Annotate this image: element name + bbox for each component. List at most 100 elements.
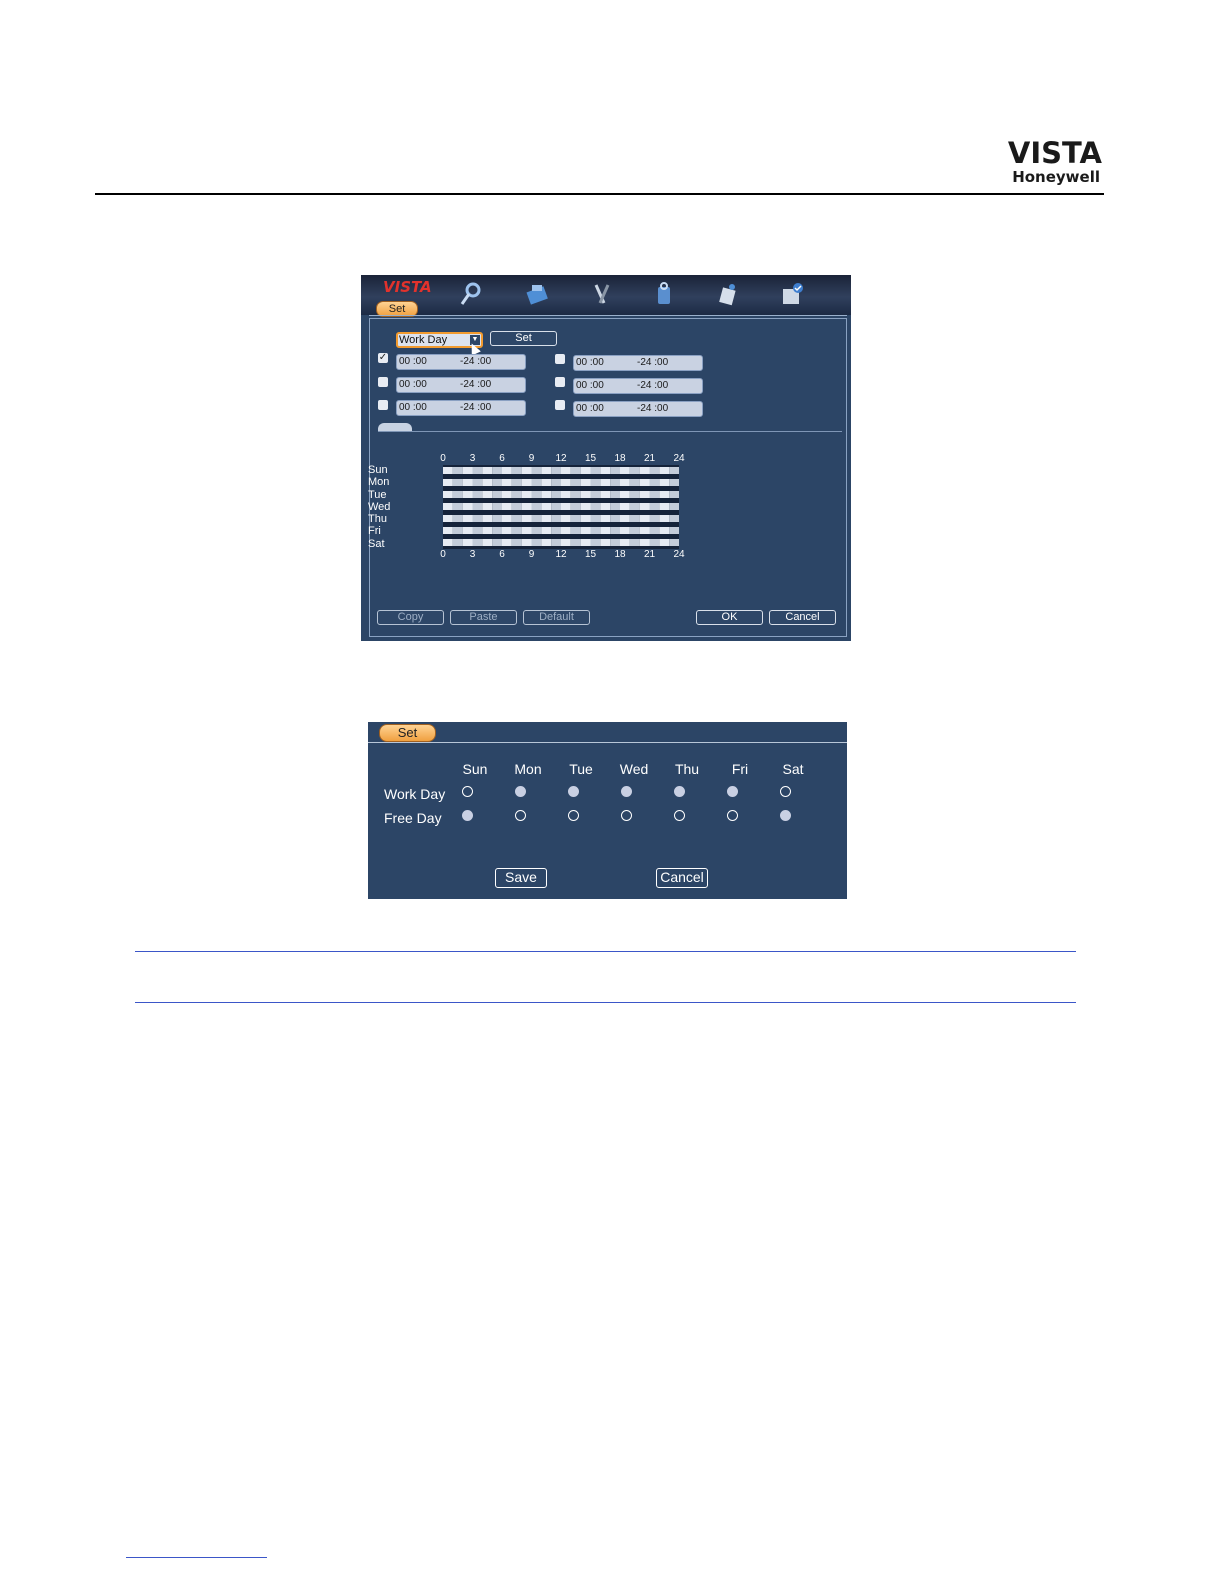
timeline-cell[interactable]	[639, 479, 650, 486]
timeline-cell[interactable]	[669, 479, 679, 486]
timeline-cell[interactable]	[620, 503, 630, 510]
timeline-cell[interactable]	[502, 479, 512, 486]
timeline-cell[interactable]	[669, 515, 679, 522]
timeline-cell[interactable]	[649, 527, 660, 534]
timeline-cell[interactable]	[610, 503, 620, 510]
timeline-cell[interactable]	[531, 491, 542, 498]
day-radio[interactable]	[780, 810, 791, 821]
day-radio[interactable]	[674, 810, 685, 821]
timeline-cell[interactable]	[551, 479, 561, 486]
timeline-cell[interactable]	[541, 503, 552, 510]
timeline-cell[interactable]	[561, 527, 571, 534]
timeline-cell[interactable]	[452, 527, 463, 534]
timeline-cell[interactable]	[482, 479, 493, 486]
storage-icon[interactable]	[651, 281, 677, 307]
day-radio[interactable]	[462, 786, 473, 797]
day-radio[interactable]	[621, 810, 632, 821]
timeline-cell[interactable]	[620, 527, 630, 534]
timeline-cell[interactable]	[590, 479, 601, 486]
timeline-cell[interactable]	[531, 467, 542, 474]
timeline-cell[interactable]	[452, 503, 463, 510]
timeline-cell[interactable]	[570, 467, 581, 474]
day-radio[interactable]	[727, 810, 738, 821]
timeline-cell[interactable]	[531, 503, 542, 510]
timeline-cell[interactable]	[541, 467, 552, 474]
timeline-cell[interactable]	[502, 467, 512, 474]
timeline-cell[interactable]	[629, 539, 640, 546]
timeline-cell[interactable]	[649, 515, 660, 522]
period-3-time[interactable]: 00 :00 -24 :00	[396, 400, 526, 416]
timeline-cell[interactable]	[580, 467, 591, 474]
timeline-cell[interactable]	[669, 491, 679, 498]
timeline-cell[interactable]	[462, 467, 473, 474]
timeline-cell[interactable]	[492, 491, 502, 498]
timeline-cell[interactable]	[639, 491, 650, 498]
timeline-cell[interactable]	[649, 467, 660, 474]
timeline-cell[interactable]	[669, 527, 679, 534]
timeline-cell[interactable]	[452, 467, 463, 474]
timeline-cell[interactable]	[541, 539, 552, 546]
timeline-cell[interactable]	[492, 539, 502, 546]
timeline-cell[interactable]	[659, 527, 670, 534]
timeline-cell[interactable]	[511, 515, 522, 522]
day-radio[interactable]	[621, 786, 632, 797]
timeline-cell[interactable]	[620, 467, 630, 474]
timeline-cell[interactable]	[462, 527, 473, 534]
timeline-cell[interactable]	[521, 527, 532, 534]
timeline-cell[interactable]	[669, 539, 679, 546]
cancel-button[interactable]: Cancel	[656, 868, 708, 888]
timeline-cell[interactable]	[570, 491, 581, 498]
timeline-cell[interactable]	[511, 527, 522, 534]
timeline-cell[interactable]	[521, 491, 532, 498]
tools-icon[interactable]	[589, 281, 615, 307]
timeline-cell[interactable]	[629, 467, 640, 474]
timeline-cell[interactable]	[659, 479, 670, 486]
timeline-cell[interactable]	[639, 467, 650, 474]
timeline-cell[interactable]	[521, 539, 532, 546]
timeline-cell[interactable]	[511, 491, 522, 498]
timeline-cell[interactable]	[570, 503, 581, 510]
timeline-cell[interactable]	[452, 491, 463, 498]
timeline-cell[interactable]	[502, 527, 512, 534]
schedule-timeline-grid[interactable]	[443, 465, 679, 549]
timeline-cell[interactable]	[580, 491, 591, 498]
period-2-checkbox[interactable]	[378, 377, 388, 387]
timeline-cell[interactable]	[443, 515, 453, 522]
period-4-checkbox[interactable]	[555, 354, 565, 364]
timeline-cell[interactable]	[492, 515, 502, 522]
day-radio[interactable]	[727, 786, 738, 797]
timeline-tab[interactable]	[378, 423, 412, 431]
timeline-cell[interactable]	[610, 539, 620, 546]
timeline-cell[interactable]	[629, 503, 640, 510]
timeline-cell[interactable]	[492, 527, 502, 534]
timeline-cell[interactable]	[521, 479, 532, 486]
timeline-cell[interactable]	[580, 527, 591, 534]
timeline-cell[interactable]	[443, 527, 453, 534]
timeline-cell[interactable]	[472, 491, 483, 498]
timeline-cell[interactable]	[472, 515, 483, 522]
timeline-cell[interactable]	[659, 515, 670, 522]
timeline-cell[interactable]	[472, 503, 483, 510]
period-6-checkbox[interactable]	[555, 400, 565, 410]
period-4-time[interactable]: 00 :00 -24 :00	[573, 355, 703, 371]
save-button[interactable]: Save	[495, 868, 547, 888]
timeline-cell[interactable]	[590, 527, 601, 534]
timeline-cell[interactable]	[443, 539, 453, 546]
timeline-cell[interactable]	[561, 515, 571, 522]
timeline-cell[interactable]	[511, 539, 522, 546]
timeline-cell[interactable]	[551, 467, 561, 474]
timeline-cell[interactable]	[452, 515, 463, 522]
ok-button[interactable]: OK	[696, 610, 763, 625]
timeline-cell[interactable]	[580, 479, 591, 486]
tab-set[interactable]: Set	[379, 724, 436, 742]
timeline-cell[interactable]	[620, 515, 630, 522]
timeline-cell[interactable]	[669, 503, 679, 510]
timeline-cell[interactable]	[531, 527, 542, 534]
timeline-cell[interactable]	[482, 467, 493, 474]
timeline-cell[interactable]	[443, 467, 453, 474]
timeline-cell[interactable]	[580, 539, 591, 546]
timeline-cell[interactable]	[482, 539, 493, 546]
cancel-button[interactable]: Cancel	[769, 610, 836, 625]
timeline-cell[interactable]	[561, 479, 571, 486]
timeline-cell[interactable]	[551, 503, 561, 510]
